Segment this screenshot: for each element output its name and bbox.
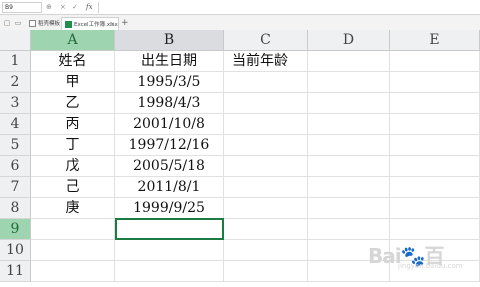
cell-a1[interactable]: 姓名 <box>31 51 115 72</box>
cell-e3[interactable] <box>390 93 480 114</box>
cell-c5[interactable] <box>224 135 308 156</box>
confirm-icon[interactable]: ✓ <box>72 2 78 13</box>
cell-d4[interactable] <box>308 114 390 135</box>
column-header-d[interactable]: D <box>308 30 390 51</box>
zoom-icon[interactable]: ⊕ <box>46 2 52 13</box>
row-header-9[interactable]: 9 <box>0 219 31 240</box>
cell-b5[interactable]: 1997/12/16 <box>115 135 224 156</box>
cell-c9[interactable] <box>224 219 308 240</box>
formula-bar: B9 ⊕ × ✓ fx <box>0 0 480 15</box>
name-box[interactable]: B9 <box>2 2 42 13</box>
row-header-5[interactable]: 5 <box>0 135 31 156</box>
cell-d5[interactable] <box>308 135 390 156</box>
cell-e9[interactable] <box>390 219 480 240</box>
tab-bar: ▢ ▭ 稻壳模板 Excel工作簿.xlsx × + <box>0 15 480 31</box>
cell-a11[interactable] <box>31 261 115 282</box>
cell-a5[interactable]: 丁 <box>31 135 115 156</box>
cell-c11[interactable] <box>224 261 308 282</box>
cell-c1[interactable]: 当前年龄 <box>224 51 308 72</box>
cell-c6[interactable] <box>224 156 308 177</box>
function-icon[interactable]: fx <box>86 2 93 13</box>
spreadsheet-icon <box>65 21 72 28</box>
cell-b7[interactable]: 2011/8/1 <box>115 177 224 198</box>
cell-a10[interactable] <box>31 240 115 261</box>
column-header-c[interactable]: C <box>224 30 308 51</box>
cell-e2[interactable] <box>390 72 480 93</box>
folder-icon[interactable]: ▭ <box>13 17 23 29</box>
cell-c3[interactable] <box>224 93 308 114</box>
cell-d3[interactable] <box>308 93 390 114</box>
row-header-11[interactable]: 11 <box>0 261 31 282</box>
column-header-a[interactable]: A <box>31 30 115 51</box>
cancel-icon[interactable]: × <box>60 2 66 13</box>
cell-e1[interactable] <box>390 51 480 72</box>
cell-b10[interactable] <box>115 240 224 261</box>
column-header-b[interactable]: B <box>115 30 224 51</box>
cell-a8[interactable]: 庚 <box>31 198 115 219</box>
cell-e4[interactable] <box>390 114 480 135</box>
row-header-8[interactable]: 8 <box>0 198 31 219</box>
cell-c2[interactable] <box>224 72 308 93</box>
cell-a9[interactable] <box>31 219 115 240</box>
cell-d1[interactable] <box>308 51 390 72</box>
cell-b4[interactable]: 2001/10/8 <box>115 114 224 135</box>
formula-input[interactable] <box>98 2 476 13</box>
home-icon <box>29 20 36 27</box>
tab-templates[interactable]: 稻壳模板 <box>26 17 60 31</box>
cell-a6[interactable]: 戊 <box>31 156 115 177</box>
select-all-corner[interactable] <box>0 30 31 51</box>
cell-a7[interactable]: 己 <box>31 177 115 198</box>
cell-d6[interactable] <box>308 156 390 177</box>
row-header-3[interactable]: 3 <box>0 93 31 114</box>
cell-c8[interactable] <box>224 198 308 219</box>
new-file-icon[interactable]: ▢ <box>2 17 12 29</box>
cell-b6[interactable]: 2005/5/18 <box>115 156 224 177</box>
cell-e6[interactable] <box>390 156 480 177</box>
cell-a3[interactable]: 乙 <box>31 93 115 114</box>
cell-c10[interactable] <box>224 240 308 261</box>
add-tab-icon[interactable]: + <box>121 17 129 29</box>
row-header-6[interactable]: 6 <box>0 156 31 177</box>
cell-b3[interactable]: 1998/4/3 <box>115 93 224 114</box>
cell-c4[interactable] <box>224 114 308 135</box>
row-header-10[interactable]: 10 <box>0 240 31 261</box>
cell-d7[interactable] <box>308 177 390 198</box>
row-header-4[interactable]: 4 <box>0 114 31 135</box>
cell-d8[interactable] <box>308 198 390 219</box>
row-header-1[interactable]: 1 <box>0 51 31 72</box>
column-header-e[interactable]: E <box>390 30 480 51</box>
cell-a2[interactable]: 甲 <box>31 72 115 93</box>
cell-e7[interactable] <box>390 177 480 198</box>
cell-e8[interactable] <box>390 198 480 219</box>
baidu-watermark: Bai🐾百 jingyan.baidu.com <box>368 238 476 278</box>
cell-d2[interactable] <box>308 72 390 93</box>
watermark-url: jingyan.baidu.com <box>398 262 463 270</box>
cell-c7[interactable] <box>224 177 308 198</box>
cell-e5[interactable] <box>390 135 480 156</box>
tab-templates-label: 稻壳模板 <box>38 21 61 27</box>
active-cell-outline[interactable] <box>115 218 224 240</box>
cell-b1[interactable]: 出生日期 <box>115 51 224 72</box>
cell-b8[interactable]: 1999/9/25 <box>115 198 224 219</box>
row-header-7[interactable]: 7 <box>0 177 31 198</box>
row-header-2[interactable]: 2 <box>0 72 31 93</box>
cell-a4[interactable]: 丙 <box>31 114 115 135</box>
cell-b11[interactable] <box>115 261 224 282</box>
tab-workbook[interactable]: Excel工作簿.xlsx × <box>61 17 119 31</box>
cell-d9[interactable] <box>308 219 390 240</box>
cell-b2[interactable]: 1995/3/5 <box>115 72 224 93</box>
